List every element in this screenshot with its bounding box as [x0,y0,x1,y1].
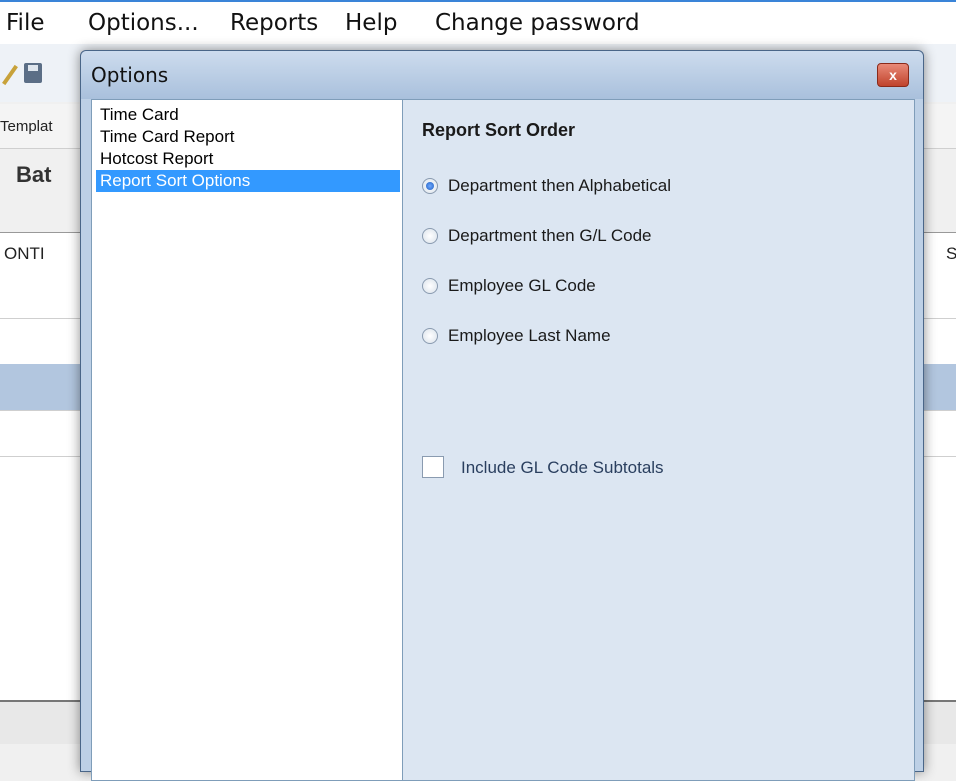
radio-label: Department then Alphabetical [448,176,672,195]
dialog-title: Options [91,63,169,87]
include-gl-subtotals-checkbox[interactable] [422,456,444,478]
menu-help[interactable]: Help [345,10,397,36]
options-category-list: Time Card Time Card Report Hotcost Repor… [92,100,403,780]
category-hotcost-report[interactable]: Hotcost Report [96,148,400,170]
radio-button-checked[interactable] [422,178,438,194]
menu-change-password[interactable]: Change password [435,10,640,36]
background-column-header-right[interactable]: S [946,244,956,264]
menu-bar: File Options... Reports Help Change pass… [0,0,956,44]
category-report-sort-options[interactable]: Report Sort Options [96,170,400,192]
background-page-title: Bat [16,162,52,187]
radio-button[interactable] [422,228,438,244]
dialog-title-bar[interactable]: Options x [81,51,923,99]
checkbox-label: Include GL Code Subtotals [461,458,664,477]
radio-button[interactable] [422,278,438,294]
radio-button[interactable] [422,328,438,344]
section-title: Report Sort Order [422,120,576,140]
radio-label: Employee GL Code [448,276,596,295]
dialog-body: Time Card Time Card Report Hotcost Repor… [91,99,915,781]
report-sort-panel: Report Sort Order Department then Alphab… [403,100,914,780]
radio-label: Employee Last Name [448,326,611,345]
menu-options[interactable]: Options... [88,10,199,36]
menu-file[interactable]: File [6,10,45,36]
background-column-header[interactable]: ONTI [4,244,45,264]
background-tab-templates[interactable]: Templat [0,118,53,135]
menu-reports[interactable]: Reports [230,10,318,36]
options-dialog: Options x Time Card Time Card Report Hot… [80,50,924,781]
category-time-card[interactable]: Time Card [96,104,400,126]
close-icon: x [889,67,897,83]
close-button[interactable]: x [877,63,909,87]
radio-label: Department then G/L Code [448,226,652,245]
save-icon[interactable] [24,63,42,83]
category-time-card-report[interactable]: Time Card Report [96,126,400,148]
